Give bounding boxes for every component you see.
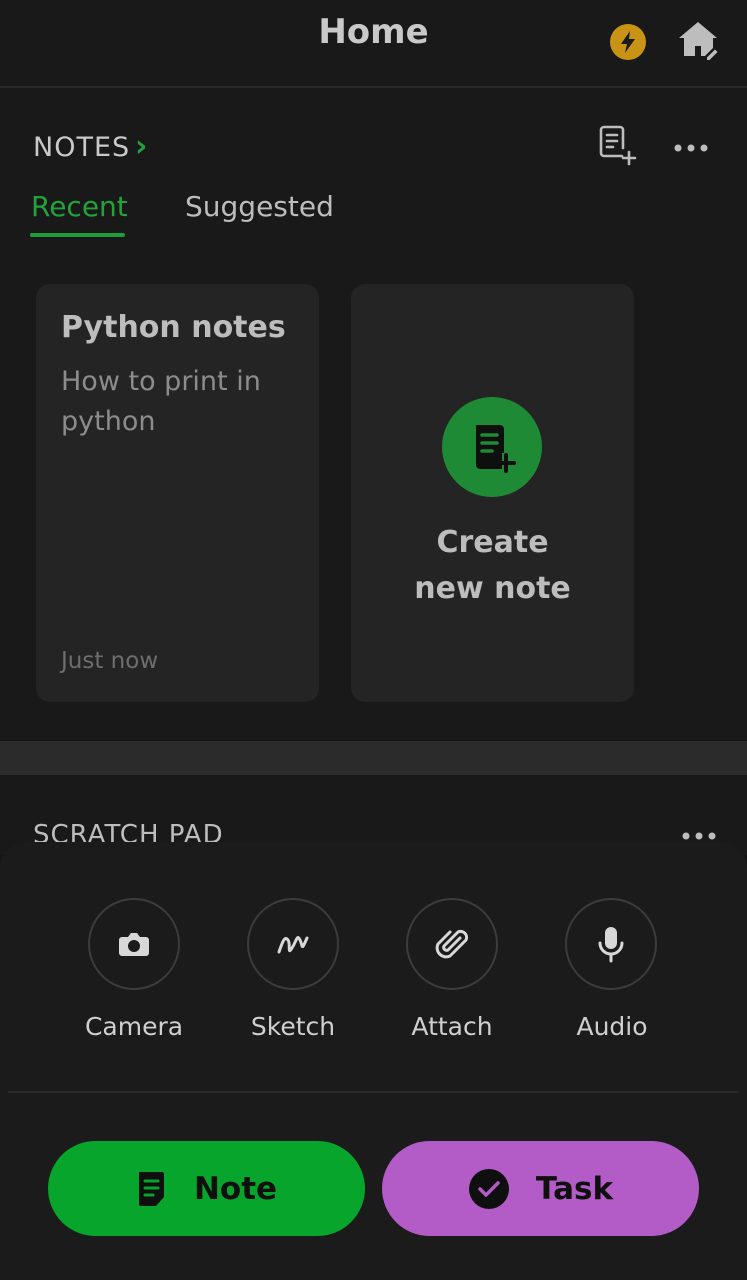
note-icon [138, 1171, 164, 1206]
more-options-icon[interactable] [672, 138, 712, 158]
note-card-title: Python notes [61, 310, 286, 345]
active-tab-indicator [30, 233, 125, 237]
sketch-label: Sketch [250, 1012, 336, 1041]
note-card-preview: How to print in python [61, 366, 261, 437]
sheet-divider [8, 1091, 739, 1093]
section-divider [0, 741, 747, 775]
audio-label: Audio [576, 1012, 648, 1041]
create-note-icon[interactable] [442, 397, 542, 497]
new-note-icon[interactable] [596, 124, 638, 166]
bolt-icon[interactable] [610, 24, 646, 60]
microphone-icon [598, 927, 624, 963]
create-note-label-line1: Create [436, 525, 549, 560]
new-note-button[interactable]: Note [48, 1141, 365, 1236]
paperclip-icon [435, 929, 469, 959]
new-task-button[interactable]: Task [382, 1141, 699, 1236]
notes-section-title[interactable]: NOTES [33, 132, 130, 163]
tab-recent[interactable]: Recent [31, 190, 128, 223]
sketch-icon [277, 936, 309, 954]
camera-icon [119, 933, 149, 956]
note-card[interactable] [36, 284, 319, 702]
camera-label: Camera [84, 1012, 184, 1041]
audio-button[interactable] [565, 898, 657, 990]
note-card-timestamp: Just now [61, 648, 159, 674]
chevron-right-icon[interactable]: › [135, 129, 147, 164]
home-edit-icon[interactable] [675, 16, 721, 62]
attach-button[interactable] [406, 898, 498, 990]
sketch-button[interactable] [247, 898, 339, 990]
tab-suggested[interactable]: Suggested [185, 190, 334, 223]
new-task-button-label: Task [535, 1170, 614, 1207]
create-note-label: Create new note [351, 520, 634, 612]
new-note-button-label: Note [193, 1170, 278, 1207]
create-note-label-line2: new note [414, 571, 571, 606]
check-circle-icon [468, 1168, 509, 1209]
attach-label: Attach [411, 1012, 493, 1041]
camera-button[interactable] [88, 898, 180, 990]
